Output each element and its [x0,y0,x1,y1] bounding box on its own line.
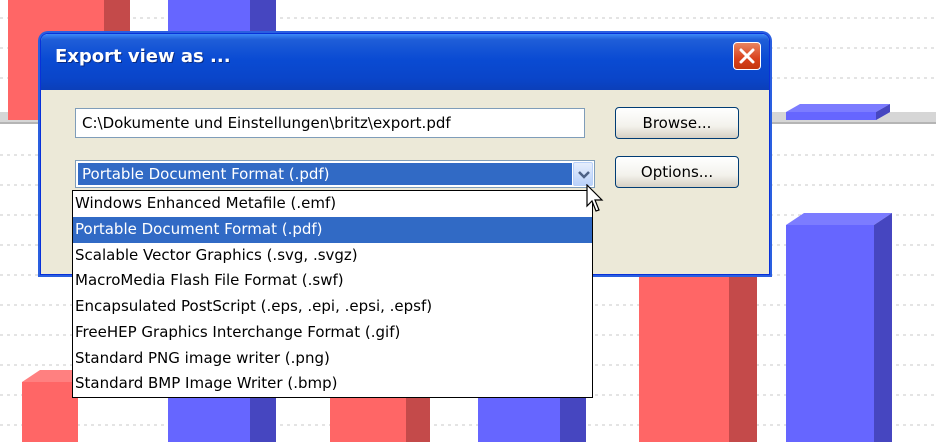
bar-blue-4-front [478,395,560,442]
format-option-gif[interactable]: FreeHEP Graphics Interchange Format (.gi… [73,320,592,346]
dropdown-arrow-button[interactable] [573,162,593,186]
format-option-eps[interactable]: Encapsulated PostScript (.eps, .epi, .ep… [73,294,592,320]
format-option-bmp[interactable]: Standard BMP Image Writer (.bmp) [73,371,592,397]
format-option-png[interactable]: Standard PNG image writer (.png) [73,346,592,372]
bar-red-2-front [639,270,729,442]
format-select-value: Portable Document Format (.pdf) [78,163,572,185]
bar-red-4-side [406,392,430,442]
dialog-titlebar[interactable]: Export view as ... [41,34,769,90]
format-select[interactable]: Portable Document Format (.pdf) [75,160,595,188]
format-option-swf[interactable]: MacroMedia Flash File Format (.swf) [73,268,592,294]
bar-red-4-front [330,398,406,442]
options-button[interactable]: Options... [615,156,739,188]
close-icon [739,48,755,64]
bar-blue-2-side [874,213,892,442]
format-option-pdf[interactable]: Portable Document Format (.pdf) [73,216,592,243]
bar-red-2-side [729,262,757,442]
close-button[interactable] [733,42,761,70]
file-path-input[interactable]: C:\Dokumente und Einstellungen\britz\exp… [75,108,585,138]
bar-blue-3-front [168,395,250,442]
browse-button[interactable]: Browse... [615,107,739,139]
chevron-down-icon [578,171,590,179]
bar-blue-2-front [786,225,874,442]
bar-blue-2-top [786,213,892,225]
bar-blue-small-top [786,112,890,120]
bar-red-3-front [22,382,78,442]
bar-blue-small-cap [786,104,890,112]
format-dropdown-list: Windows Enhanced Metafile (.emf) Portabl… [72,190,593,398]
dialog-title: Export view as ... [55,46,231,67]
format-option-emf[interactable]: Windows Enhanced Metafile (.emf) [73,191,592,217]
mouse-cursor-icon [586,184,604,212]
format-option-svg[interactable]: Scalable Vector Graphics (.svg, .svgz) [73,243,592,269]
